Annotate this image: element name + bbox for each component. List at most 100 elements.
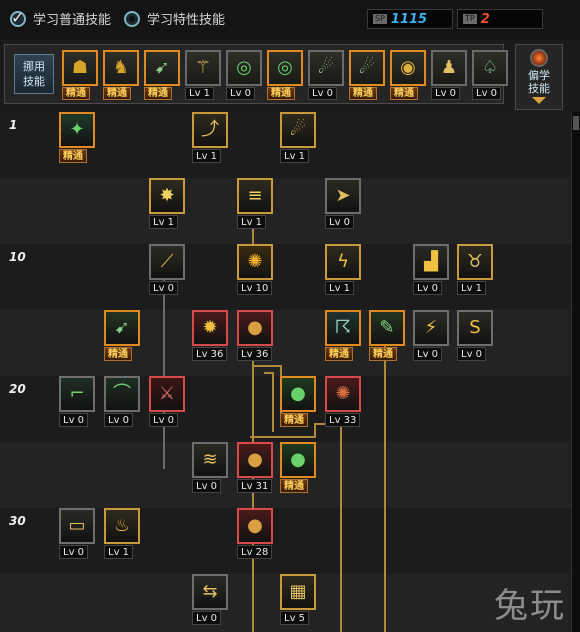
borrowed-skill-slot[interactable]: ☄ Lv 0: [308, 50, 344, 100]
borrowed-skill-slot[interactable]: ♤ Lv 0: [472, 50, 508, 100]
skill-icon[interactable]: ➹: [104, 310, 140, 346]
skill-icon[interactable]: ●: [280, 376, 316, 412]
skill-glyph-icon: ✹: [202, 317, 218, 338]
skill-icon[interactable]: ⚔: [149, 376, 185, 412]
skill-icon[interactable]: ♉: [457, 244, 493, 280]
skill-node[interactable]: ✹ Lv 36: [192, 310, 228, 362]
skill-icon[interactable]: ☄: [349, 50, 385, 86]
mode-common-skills[interactable]: 学习普通技能: [10, 8, 111, 28]
checkbox-checked-icon[interactable]: [10, 8, 26, 27]
skill-level-badge: 精通: [390, 87, 418, 100]
skill-icon[interactable]: ●: [237, 310, 273, 346]
skill-node[interactable]: ≋ Lv 0: [192, 442, 228, 494]
skill-node[interactable]: ● Lv 36: [237, 310, 273, 362]
skill-icon[interactable]: ▭: [59, 508, 95, 544]
borrowed-skill-slot[interactable]: ☄ 精通: [349, 50, 385, 100]
skill-glyph-icon: ♤: [481, 57, 499, 78]
skill-icon[interactable]: ➤: [325, 178, 361, 214]
skill-icon[interactable]: ◎: [267, 50, 303, 86]
skill-icon[interactable]: ⌒: [104, 376, 140, 412]
scrollbar[interactable]: [571, 112, 580, 632]
skill-icon[interactable]: ♟: [431, 50, 467, 86]
skill-icon[interactable]: ✸: [149, 178, 185, 214]
skill-node[interactable]: ▟ Lv 0: [413, 244, 449, 296]
skill-icon[interactable]: ♤: [472, 50, 508, 86]
skill-node[interactable]: ▦ Lv 5: [280, 574, 316, 626]
skill-node[interactable]: S Lv 0: [457, 310, 493, 362]
skill-node[interactable]: ● 精通: [280, 376, 316, 428]
borrowed-skill-slot[interactable]: ◎ Lv 0: [226, 50, 262, 100]
skill-icon[interactable]: ♞: [103, 50, 139, 86]
skill-icon[interactable]: ▟: [413, 244, 449, 280]
skill-node[interactable]: ✸ Lv 1: [149, 178, 185, 230]
skill-icon[interactable]: ⇆: [192, 574, 228, 610]
skill-icon[interactable]: ♨: [104, 508, 140, 544]
skill-node[interactable]: ✎ 精通: [369, 310, 405, 362]
skill-node[interactable]: ⟋ Lv 0: [149, 244, 185, 296]
skill-icon[interactable]: ◎: [226, 50, 262, 86]
skill-node[interactable]: ⚔ Lv 0: [149, 376, 185, 428]
skill-node[interactable]: ● Lv 28: [237, 508, 273, 560]
borrowed-skill-slot[interactable]: ◉ 精通: [390, 50, 426, 100]
skill-icon[interactable]: ●: [237, 442, 273, 478]
borrowed-skill-slot[interactable]: ☗ 精通: [62, 50, 98, 100]
skill-icon[interactable]: ⚚: [185, 50, 221, 86]
radio-icon[interactable]: [124, 10, 140, 27]
skill-icon[interactable]: ⌐: [59, 376, 95, 412]
skill-node[interactable]: ✦ 精通: [59, 112, 95, 164]
borrowed-skill-slot[interactable]: ♞ 精通: [103, 50, 139, 100]
skill-node[interactable]: ≡ Lv 1: [237, 178, 273, 230]
skill-icon[interactable]: ✦: [59, 112, 95, 148]
skill-node[interactable]: ☈ 精通: [325, 310, 361, 362]
skill-node[interactable]: ➤ Lv 0: [325, 178, 361, 230]
skill-icon[interactable]: ≋: [192, 442, 228, 478]
skill-icon[interactable]: ☄: [280, 112, 316, 148]
borrowed-skill-slot[interactable]: ⚚ Lv 1: [185, 50, 221, 100]
skill-icon[interactable]: ✹: [192, 310, 228, 346]
skill-node[interactable]: ➹ 精通: [104, 310, 140, 362]
skill-icon[interactable]: ✺: [237, 244, 273, 280]
skill-node[interactable]: ⚡ Lv 0: [413, 310, 449, 362]
skill-node[interactable]: ϟ Lv 1: [325, 244, 361, 296]
borrowed-skill-slot[interactable]: ♟ Lv 0: [431, 50, 467, 100]
borrowed-skills-bar: 挪用 技能 ☗ 精通 ♞ 精通 ➹ 精通 ⚚ Lv 1 ◎ Lv 0 ◎ 精通 ☄ Lv 0 ☄ 精通 ◉ 精通 ♟…: [4, 44, 508, 104]
skill-level-badge: Lv 28: [237, 545, 273, 559]
skill-icon[interactable]: ●: [280, 442, 316, 478]
skill-node[interactable]: ☄ Lv 1: [280, 112, 316, 164]
skill-glyph-icon: ●: [247, 317, 263, 338]
skill-icon[interactable]: ⚡: [413, 310, 449, 346]
borrowed-skill-slot[interactable]: ◎ 精通: [267, 50, 303, 100]
borrowed-skill-slot[interactable]: ➹ 精通: [144, 50, 180, 100]
skill-node[interactable]: ✺ Lv 33: [325, 376, 361, 428]
skill-icon[interactable]: ⟋: [149, 244, 185, 280]
skill-icon[interactable]: ☄: [308, 50, 344, 86]
skill-icon[interactable]: ✎: [369, 310, 405, 346]
scroll-thumb[interactable]: [573, 116, 579, 130]
skill-node[interactable]: ● Lv 31: [237, 442, 273, 494]
skill-icon[interactable]: ✺: [325, 376, 361, 412]
skill-icon[interactable]: ▦: [280, 574, 316, 610]
skill-glyph-icon: ➤: [335, 185, 351, 206]
skill-icon[interactable]: ☈: [325, 310, 361, 346]
skill-icon[interactable]: ϟ: [325, 244, 361, 280]
skill-icon[interactable]: ⤴: [192, 112, 228, 148]
skill-node[interactable]: ⌒ Lv 0: [104, 376, 140, 428]
skill-icon[interactable]: ●: [237, 508, 273, 544]
skill-node[interactable]: ✺ Lv 10: [237, 244, 273, 296]
skill-book-orb-icon: [530, 49, 548, 67]
skill-node[interactable]: ⤴ Lv 1: [192, 112, 228, 164]
skill-node[interactable]: ♉ Lv 1: [457, 244, 493, 296]
skill-icon[interactable]: ☗: [62, 50, 98, 86]
skill-node[interactable]: ♨ Lv 1: [104, 508, 140, 560]
skill-icon[interactable]: S: [457, 310, 493, 346]
skill-icon[interactable]: ≡: [237, 178, 273, 214]
top-bar: 学习普通技能 学习特性技能 SP 1115 TP 2: [0, 0, 580, 40]
mode-special-skills[interactable]: 学习特性技能: [124, 9, 225, 28]
skill-node[interactable]: ▭ Lv 0: [59, 508, 95, 560]
skill-node[interactable]: ⇆ Lv 0: [192, 574, 228, 626]
skill-node[interactable]: ● 精通: [280, 442, 316, 494]
skill-icon[interactable]: ➹: [144, 50, 180, 86]
skill-icon[interactable]: ◉: [390, 50, 426, 86]
skill-node[interactable]: ⌐ Lv 0: [59, 376, 95, 428]
skill-book-button[interactable]: 偏学 技能: [515, 44, 563, 110]
